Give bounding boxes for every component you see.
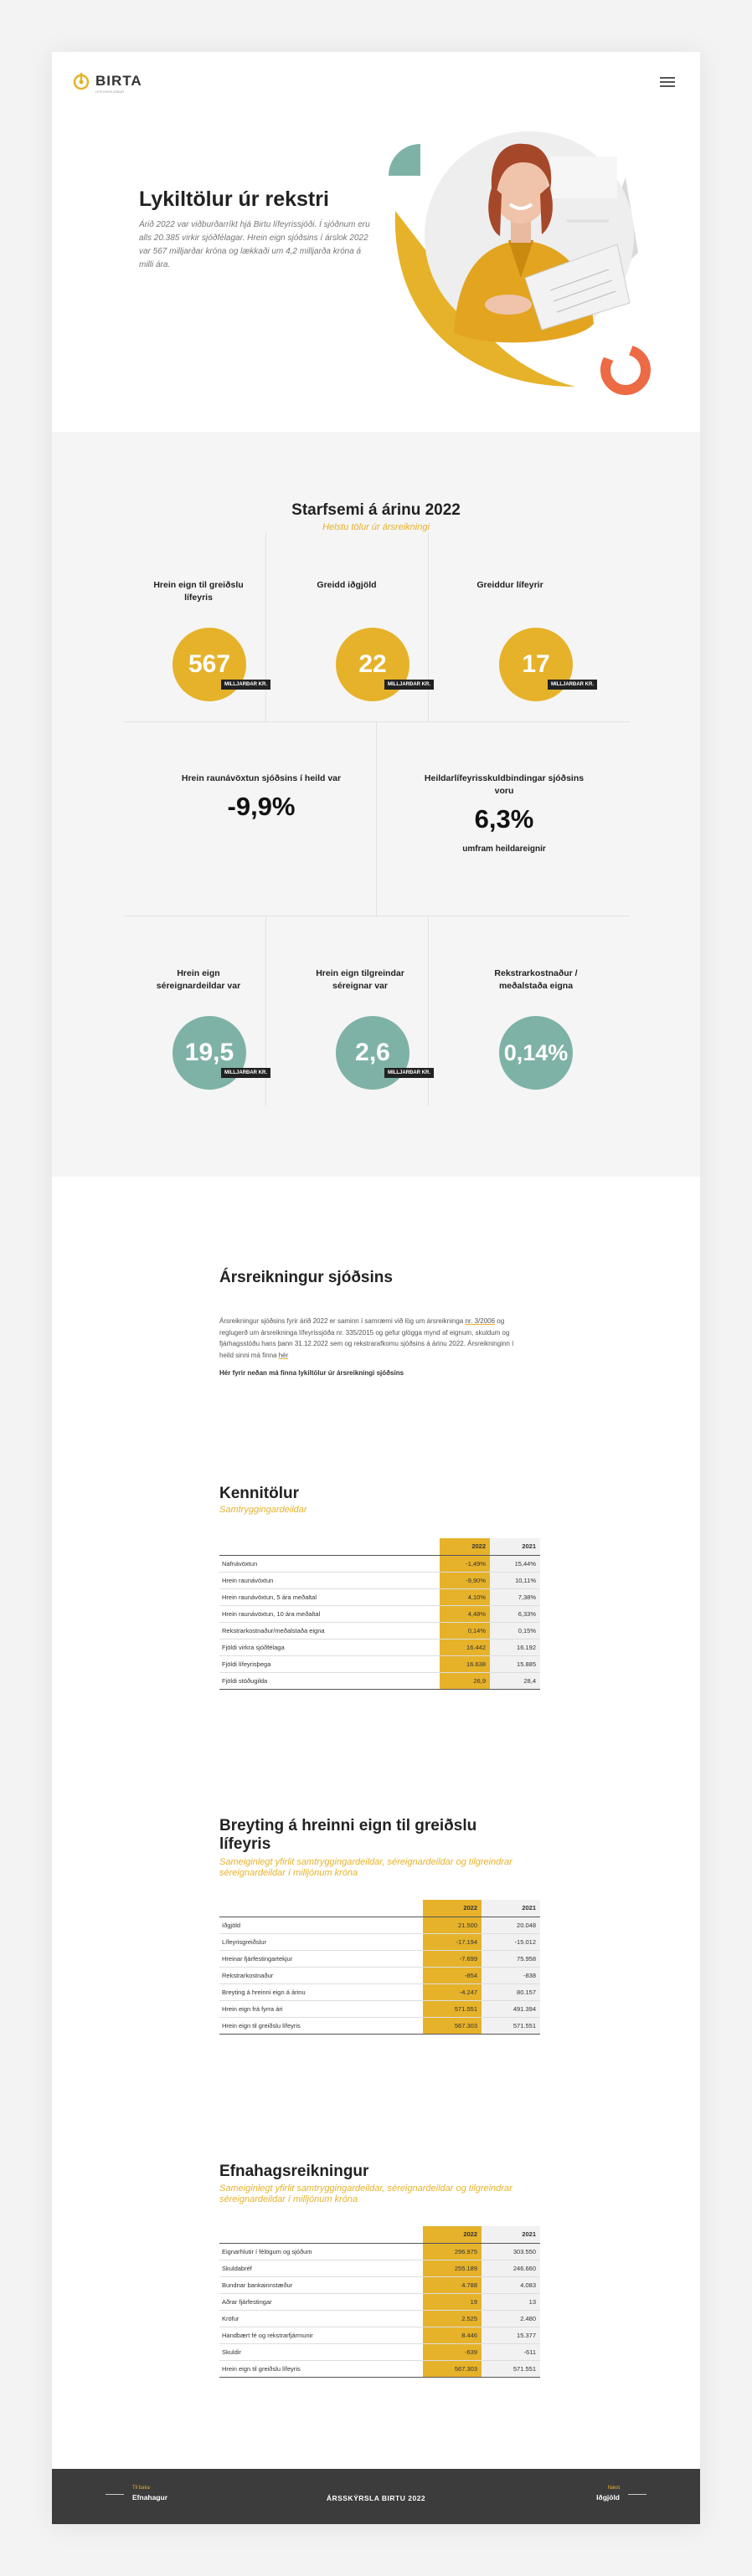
column-header: 2022 <box>423 2226 482 2244</box>
stat-label: Hrein eign til greiðslu lífeyris <box>153 580 244 603</box>
breyting-table: 2022 2021 Iðgjöld 21.500 20.048 Lífeyrisgr… <box>219 1900 540 2035</box>
table-row: Breyting á hreinni eign á árinu -4.247 80.… <box>219 1983 540 2001</box>
law-link[interactable]: nr. 3/2006 <box>465 1317 495 1325</box>
section-title: Starfsemi á árinu 2022 <box>291 501 461 519</box>
report-key-figures-note: Hér fyrir neðan má finna lykiltölur úr á… <box>219 1369 404 1377</box>
divider <box>428 532 429 721</box>
stat-circle: 22 <box>336 628 409 701</box>
table-title: Breyting á hreinni eign til greiðslu líf… <box>219 1817 477 1853</box>
column-header: 2021 <box>482 2226 540 2244</box>
stat-value: 19,5 <box>184 1039 234 1066</box>
column-header: 2021 <box>482 1900 540 1917</box>
kennitolur-table: 2022 2021 Nafnávöxtun -1,49% 15,44% Hrein … <box>219 1538 540 1690</box>
prev-small-label: Til baka <box>132 2486 150 2491</box>
report-paragraph: Ársreikningur sjóðsins fyrir árið 2022 e… <box>219 1317 514 1359</box>
table-subtitle: Sameiginlegt yfirlit samtryggingardeilda… <box>219 2183 512 2204</box>
key-figures-section: Starfsemi á árinu 2022 Helstu tölur úr á… <box>52 432 700 1177</box>
page: BIRTA LÍFEYRISSJÓÐUR Lykiltölur úr rekst… <box>52 52 700 2524</box>
table-row: Hrein eign til greiðslu lífeyris 567.303 5… <box>219 2017 540 2035</box>
hamburger-menu-icon[interactable] <box>660 77 675 87</box>
next-small-label: Næst <box>607 2486 620 2491</box>
table-subtitle: Samtryggingardeildar <box>219 1505 307 1515</box>
table-row: Lífeyrisgreiðslur -17.194 -15.012 <box>219 1933 540 1951</box>
report-title: Ársreikningur sjóðsins <box>219 1269 393 1286</box>
stat-label: Rekstrarkostnaður / meðalstaða eigna <box>494 968 578 991</box>
table-row: Hrein eign frá fyrra ári 571.551 491.394 <box>219 2000 540 2018</box>
unit-badge: MILLJARÐAR KR. <box>384 1068 434 1078</box>
footer-nav: Til baka Efnahagur ÁRSSKÝRSLA BIRTU 2022… <box>52 2469 700 2524</box>
table-subtitle: Sameiginlegt yfirlit samtryggingardeilda… <box>219 1857 512 1878</box>
table-row: Rekstrarkostnaður -854 -838 <box>219 1967 540 1984</box>
stat-label: Greidd iðgjöld <box>317 580 377 590</box>
full-report-link[interactable]: hér <box>279 1352 289 1359</box>
birta-logo[interactable]: BIRTA LÍFEYRISSJÓÐUR <box>72 72 142 94</box>
stat-label: Hrein raunávöxtun sjóðsins í heild var <box>181 773 342 783</box>
table-row: Hrein eign til greiðslu lífeyris 567.303 5… <box>219 2360 540 2378</box>
arrow-right-icon <box>628 2494 646 2495</box>
hero-illustration <box>389 131 651 395</box>
table-row: Handbært fé og rekstrarfjármunir 8.446 15.… <box>219 2327 540 2344</box>
table-title: Kennitölur <box>219 1485 299 1502</box>
stat-value: -9,9% <box>227 792 296 821</box>
stat-value: 17 <box>522 650 550 678</box>
stat-block: Hrein raunávöxtun sjóðsins í heild var -… <box>178 772 345 822</box>
stat-circle: 567 <box>173 628 246 701</box>
stat-label: Hrein eign séreignardeildar var <box>156 968 241 991</box>
divider <box>265 532 266 721</box>
logo-text: BIRTA <box>95 73 142 89</box>
efnahagur-table: 2022 2021 Eignarhlutir í félögum og sjóð… <box>219 2226 540 2378</box>
unit-badge: MILLJARÐAR KR. <box>384 680 434 690</box>
stat-value: 6,3% <box>474 804 534 834</box>
table-header-row: 2022 2021 <box>219 1900 540 1917</box>
table-header-row: 2022 2021 <box>219 1538 540 1556</box>
next-page-link[interactable]: Næst Iðgjöld <box>596 2486 646 2502</box>
table-row: Fjöldi virkra sjóðfélaga 16.442 16.192 <box>219 1639 540 1656</box>
table-row: Iðgjöld 21.500 20.048 <box>219 1917 540 1934</box>
stat-value: 0,14% <box>503 1039 569 1065</box>
stat-circle: 19,5 <box>173 1016 246 1090</box>
table-row: Aðrar fjárfestingar 19 13 <box>219 2293 540 2311</box>
table-row: Hreinar fjárfestingartekjur -7.699 75.958 <box>219 1950 540 1968</box>
table-row: Hrein raunávöxtun, 5 ára meðaltal 4,10% 7,… <box>219 1588 540 1606</box>
unit-badge: MILLJARÐAR KR. <box>548 680 597 690</box>
table-row: Nafnávöxtun -1,49% 15,44% <box>219 1555 540 1573</box>
stat-note: umfram heildareignir <box>462 844 546 854</box>
column-header: 2021 <box>490 1538 540 1556</box>
table-title: Efnahagsreikningur <box>219 2163 369 2180</box>
section-subtitle: Helstu tölur úr ársreikningi <box>322 522 430 532</box>
table-row: Hrein raunávöxtun -9,90% 10,11% <box>219 1572 540 1589</box>
next-label: Iðgjöld <box>596 2493 620 2502</box>
hero-title: Lykiltölur úr rekstri <box>139 187 329 211</box>
stat-block: Heildarlífeyrisskuldbindingar sjóðsins v… <box>420 772 588 854</box>
stat-label: Greiddur lífeyrir <box>476 580 543 590</box>
stat-label: Heildarlífeyrisskuldbindingar sjóðsins v… <box>424 773 585 796</box>
table-header-row: 2022 2021 <box>219 2226 540 2244</box>
table-row: Fjöldi lífeyrisþega 16.638 15.885 <box>219 1655 540 1673</box>
birta-logo-icon <box>73 73 90 90</box>
stat-value: 2,6 <box>355 1039 390 1066</box>
stat-circle: 2,6 <box>336 1016 409 1090</box>
unit-badge: MILLJARÐAR KR. <box>221 680 270 690</box>
divider <box>376 721 377 916</box>
stat-label: Hrein eign tilgreindar séreignar var <box>316 968 404 991</box>
table-row: Fjöldi stöðugilda 26,9 28,4 <box>219 1672 540 1690</box>
table-row: Skuldir -639 -611 <box>219 2343 540 2361</box>
table-row: Eignarhlutir í félögum og sjóðum 296.975 3… <box>219 2243 540 2260</box>
column-header: 2022 <box>423 1900 482 1917</box>
stat-value: 567 <box>188 650 231 678</box>
logo-subtext: LÍFEYRISSJÓÐUR <box>95 90 125 94</box>
table-row: Skuldabréf 255.189 246.660 <box>219 2260 540 2277</box>
column-header: 2022 <box>440 1538 490 1556</box>
table-row: Rekstrarkostnaður/meðalstaða eigna 0,14% 0… <box>219 1622 540 1640</box>
table-row: Hrein raunávöxtun, 10 ára meðaltal 4,48% 6… <box>219 1605 540 1623</box>
table-row: Kröfur 2.525 2.480 <box>219 2310 540 2327</box>
unit-badge: MILLJARÐAR KR. <box>221 1068 270 1078</box>
stat-circle: 0,14% <box>499 1016 573 1090</box>
hero-text: Árið 2022 var viðburðarríkt hjá Birtu lí… <box>139 220 370 269</box>
table-row: Bundnar bankainnstæður 4.788 4.083 <box>219 2276 540 2294</box>
stat-circle: 17 <box>499 628 573 701</box>
stat-value: 22 <box>358 650 387 678</box>
